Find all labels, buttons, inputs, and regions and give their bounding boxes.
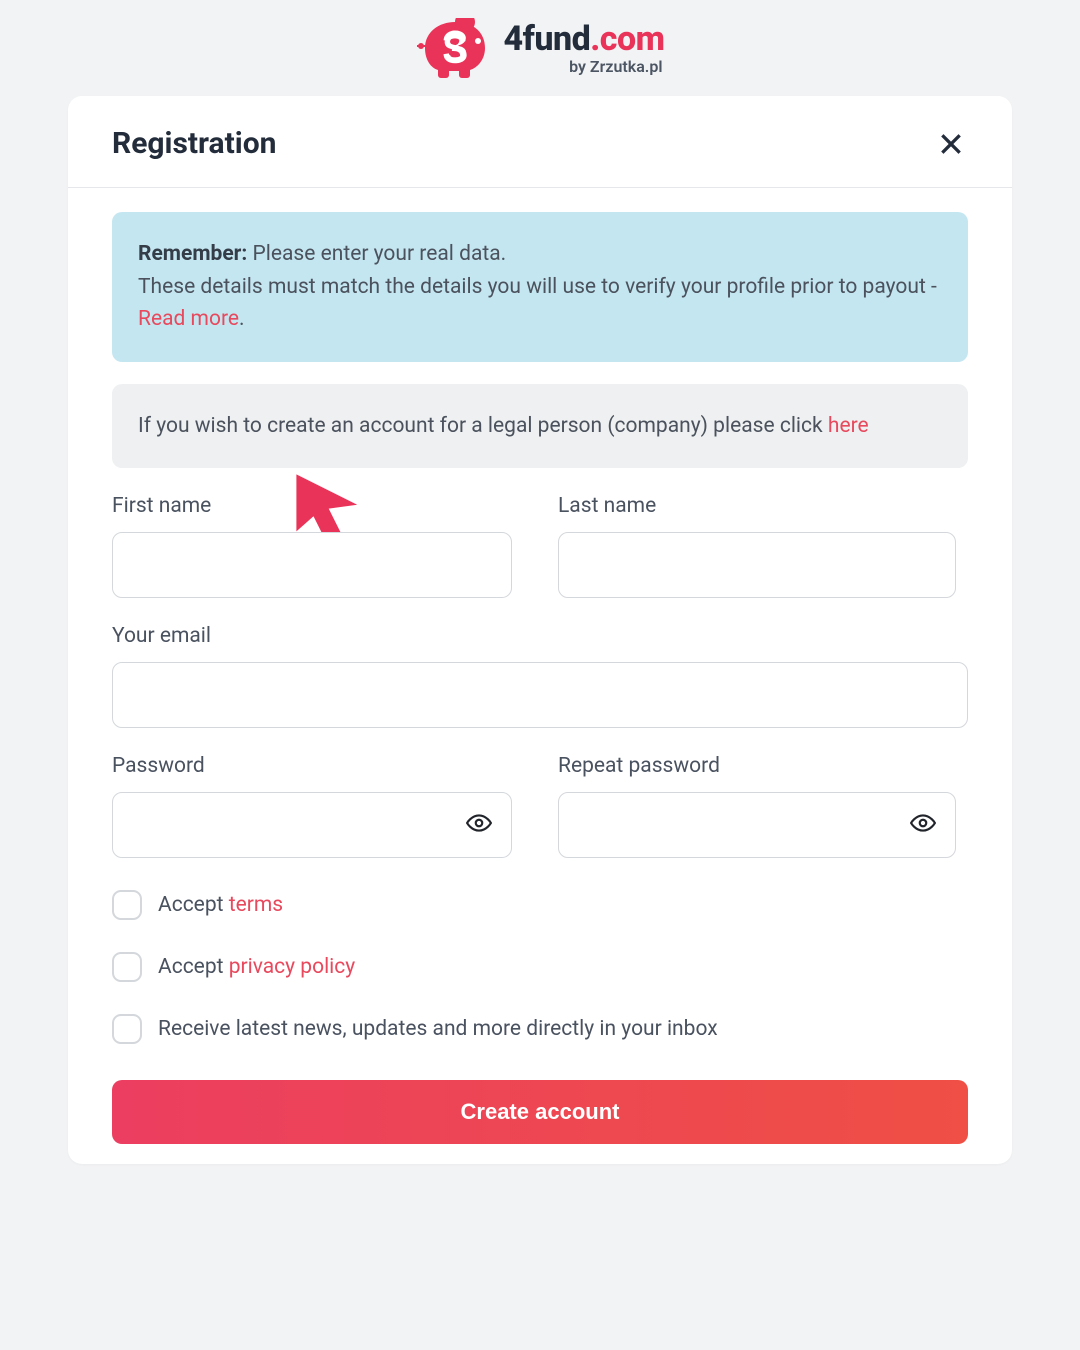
last-name-label: Last name — [558, 494, 956, 518]
repeat-password-label: Repeat password — [558, 754, 956, 778]
accept-privacy-checkbox[interactable] — [112, 952, 142, 982]
newsletter-label: Receive latest news, updates and more di… — [158, 1017, 718, 1041]
info-alert-remember: Remember: Please enter your real data. T… — [112, 212, 968, 362]
modal-title: Registration — [112, 126, 276, 161]
toggle-repeat-password-visibility-icon[interactable] — [910, 810, 936, 840]
site-logo: S S 4fund.com by Zrzutka.pl — [0, 18, 1080, 78]
password-input[interactable] — [112, 792, 512, 858]
registration-modal: Registration Remember: Please enter your… — [68, 96, 1012, 1164]
terms-link[interactable]: terms — [229, 893, 283, 917]
info-alert-company: If you wish to create an account for a l… — [112, 384, 968, 469]
repeat-password-input[interactable] — [558, 792, 956, 858]
accept-terms-checkbox[interactable] — [112, 890, 142, 920]
create-account-button[interactable]: Create account — [112, 1080, 968, 1144]
first-name-input[interactable] — [112, 532, 512, 598]
email-input[interactable] — [112, 662, 968, 728]
company-register-link[interactable]: here — [828, 414, 869, 438]
last-name-input[interactable] — [558, 532, 956, 598]
accept-privacy-label: Accept privacy policy — [158, 955, 355, 979]
first-name-label: First name — [112, 494, 512, 518]
toggle-password-visibility-icon[interactable] — [466, 810, 492, 840]
newsletter-checkbox[interactable] — [112, 1014, 142, 1044]
svg-text:S: S — [443, 28, 468, 70]
logo-subtext: by Zrzutka.pl — [569, 59, 664, 75]
password-label: Password — [112, 754, 512, 778]
email-label: Your email — [112, 624, 968, 648]
read-more-link[interactable]: Read more — [138, 307, 239, 331]
close-button[interactable] — [934, 127, 968, 161]
pig-icon: S S — [415, 18, 493, 78]
privacy-policy-link[interactable]: privacy policy — [229, 955, 356, 979]
accept-terms-label: Accept terms — [158, 893, 283, 917]
logo-text: 4fund.com — [503, 22, 664, 56]
